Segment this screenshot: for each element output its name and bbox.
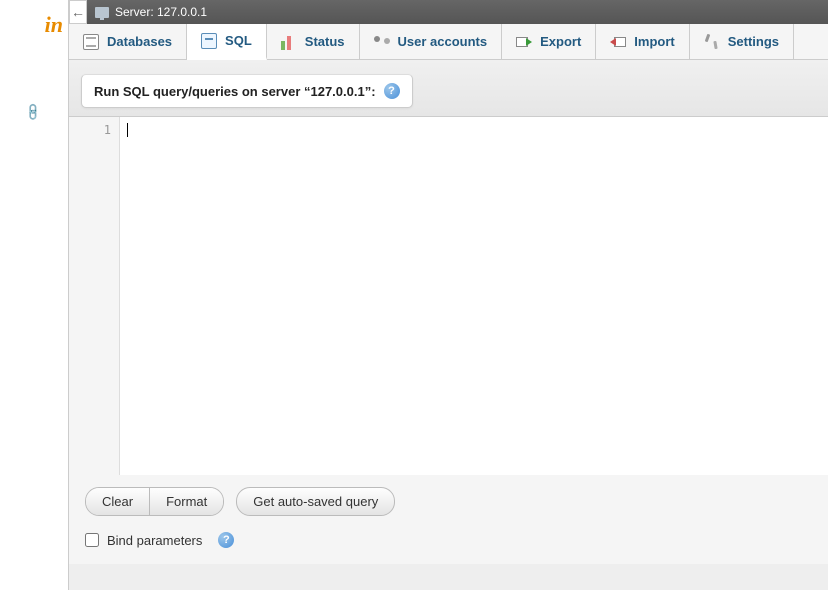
tab-sql[interactable]: SQL — [187, 24, 267, 60]
tab-databases[interactable]: Databases — [69, 24, 187, 59]
bind-parameters-label: Bind parameters — [107, 533, 202, 548]
query-header-area: Run SQL query/queries on server “127.0.0… — [69, 60, 828, 117]
help-icon[interactable]: ? — [218, 532, 234, 548]
tab-settings[interactable]: Settings — [690, 24, 794, 59]
tab-label: Import — [634, 34, 674, 49]
settings-icon — [704, 34, 720, 50]
help-icon[interactable]: ? — [384, 83, 400, 99]
tab-label: Databases — [107, 34, 172, 49]
line-gutter: 1 — [69, 117, 119, 475]
link-icon[interactable]: 🔗 — [23, 103, 42, 122]
bind-parameters-checkbox[interactable] — [85, 533, 99, 547]
code-area[interactable] — [119, 117, 828, 475]
export-icon — [516, 34, 532, 50]
tab-label: Settings — [728, 34, 779, 49]
import-icon — [610, 34, 626, 50]
sql-icon — [201, 33, 217, 49]
database-icon — [83, 34, 99, 50]
query-header-text: Run SQL query/queries on server “127.0.0… — [94, 84, 376, 99]
tab-label: User accounts — [398, 34, 488, 49]
format-button[interactable]: Format — [149, 488, 223, 515]
tab-user-accounts[interactable]: User accounts — [360, 24, 503, 59]
clear-button[interactable]: Clear — [86, 488, 149, 515]
main-panel: ← Server: 127.0.0.1 Databases SQL Status… — [68, 0, 828, 590]
sql-editor[interactable]: 1 — [69, 117, 828, 475]
server-label[interactable]: Server: 127.0.0.1 — [115, 5, 207, 19]
get-autosaved-button[interactable]: Get auto-saved query — [236, 487, 395, 516]
app-logo-fragment: in — [45, 12, 63, 38]
line-number: 1 — [69, 123, 111, 137]
tab-bar: Databases SQL Status User accounts Expor… — [69, 24, 828, 60]
clear-format-group: Clear Format — [85, 487, 224, 516]
users-icon — [374, 34, 390, 50]
tab-label: Export — [540, 34, 581, 49]
server-icon — [95, 7, 109, 18]
tab-status[interactable]: Status — [267, 24, 360, 59]
query-header-box: Run SQL query/queries on server “127.0.0… — [81, 74, 413, 108]
breadcrumb-bar: Server: 127.0.0.1 — [69, 0, 828, 24]
tab-export[interactable]: Export — [502, 24, 596, 59]
tab-label: Status — [305, 34, 345, 49]
tab-import[interactable]: Import — [596, 24, 689, 59]
collapse-sidebar-button[interactable]: ← — [69, 0, 87, 24]
tab-label: SQL — [225, 33, 252, 48]
editor-actions: Clear Format Get auto-saved query — [69, 475, 828, 528]
bind-parameters-row: Bind parameters ? — [69, 528, 828, 564]
status-icon — [281, 34, 297, 50]
text-cursor — [127, 123, 128, 137]
left-panel: in 🔗 — [0, 0, 68, 590]
